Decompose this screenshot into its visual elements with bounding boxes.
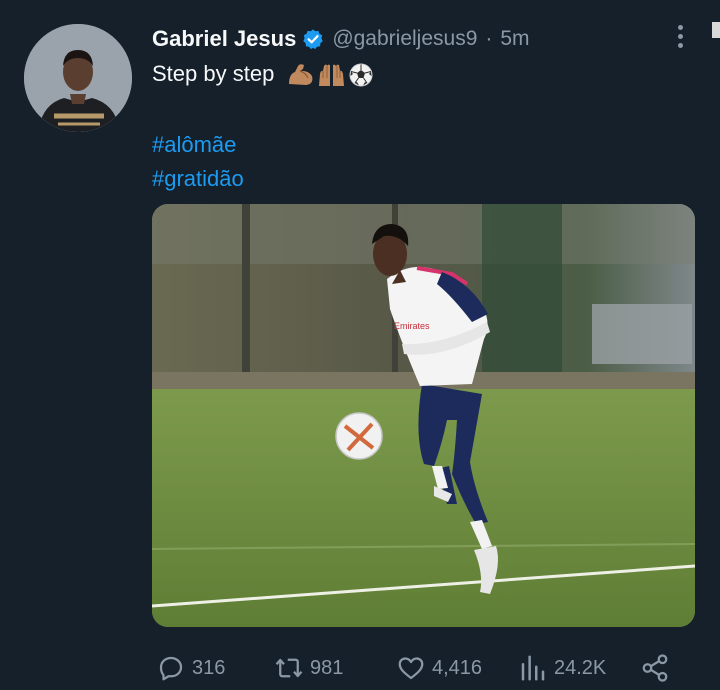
- retweet-count: 981: [310, 656, 344, 679]
- like-count: 4,416: [432, 656, 483, 679]
- views-count: 24.2K: [554, 656, 607, 679]
- author-name[interactable]: Gabriel Jesus: [152, 26, 296, 52]
- raising-hands-emoji-icon: [319, 64, 345, 87]
- separator-dot: ·: [485, 27, 493, 50]
- views-button[interactable]: 24.2K: [518, 648, 606, 688]
- tweet-text: Step by step: [152, 60, 374, 88]
- hashtag-alomae-link[interactable]: #alômãe: [152, 128, 244, 162]
- tweet: Gabriel Jesus @gabrieljesus9 · 5m Step b…: [0, 0, 720, 690]
- tweet-text-content: Step by step: [152, 61, 275, 86]
- tweet-photo[interactable]: Emirates: [152, 204, 695, 627]
- avatar-image: [24, 24, 132, 132]
- author-handle[interactable]: @gabrieljesus9: [332, 27, 477, 51]
- avatar[interactable]: [24, 24, 132, 132]
- reply-icon: [159, 656, 183, 681]
- reply-button[interactable]: 316: [156, 648, 225, 688]
- views-icon: [521, 655, 545, 681]
- verified-badge-icon: [302, 28, 324, 50]
- like-button[interactable]: 4,416: [396, 648, 482, 688]
- reply-count: 316: [192, 656, 226, 679]
- svg-text:Emirates: Emirates: [394, 321, 430, 331]
- hashtags: #alômãe #gratidão: [152, 128, 244, 196]
- tweet-actions: 316 981 4,416 24.2K: [156, 648, 676, 688]
- share-icon: [642, 654, 668, 682]
- share-button[interactable]: [640, 648, 670, 688]
- soccer-ball-emoji-icon: [349, 63, 373, 87]
- hashtag-gratidao-link[interactable]: #gratidão: [152, 162, 244, 196]
- more-icon[interactable]: [666, 22, 694, 50]
- retweet-icon: [275, 658, 303, 678]
- tweet-header: Gabriel Jesus @gabrieljesus9 · 5m: [152, 24, 530, 54]
- edge-marker: [712, 22, 720, 38]
- timestamp[interactable]: 5m: [500, 27, 529, 51]
- like-icon: [398, 657, 424, 680]
- emoji-group: [286, 62, 374, 88]
- retweet-button[interactable]: 981: [274, 648, 343, 688]
- photo-image: Emirates: [152, 204, 695, 627]
- flexed-biceps-emoji-icon: [289, 64, 313, 86]
